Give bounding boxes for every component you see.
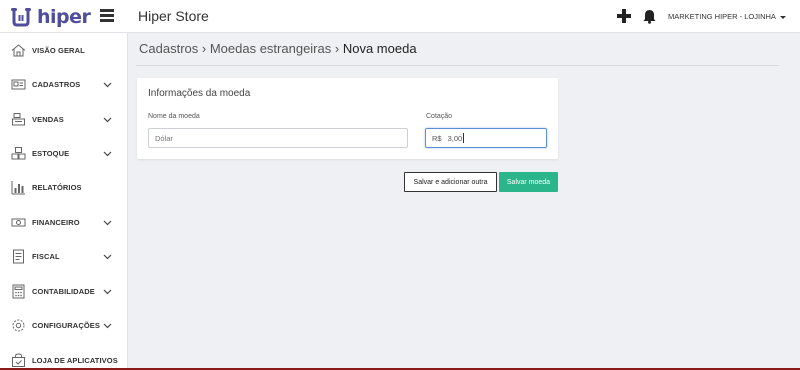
logo-text: hiper xyxy=(37,6,91,28)
sidebar-item-label: VISÃO GERAL xyxy=(32,45,85,55)
sidebar-item-visao-geral[interactable]: VISÃO GERAL xyxy=(0,35,127,65)
divider xyxy=(136,65,779,66)
logo[interactable]: hiper xyxy=(10,6,91,28)
breadcrumb-cadastros[interactable]: Cadastros xyxy=(139,41,198,56)
sidebar-item-label: ESTOQUE xyxy=(32,148,70,158)
calculator-icon xyxy=(12,284,25,298)
sidebar-item-label: RELATÓRIOS xyxy=(32,182,82,192)
hiper-logo-icon xyxy=(11,8,31,27)
chevron-down-icon xyxy=(103,82,112,87)
sidebar-item-contabilidade[interactable]: CONTABILIDADE xyxy=(0,276,127,306)
user-menu[interactable]: MARKETING HIPER - LOJINHA xyxy=(668,12,786,21)
sidebar-item-estoque[interactable]: ESTOQUE xyxy=(0,138,127,168)
id-card-icon xyxy=(11,79,26,89)
sidebar-item-configuracoes[interactable]: CONFIGURAÇÕES xyxy=(0,310,127,340)
currency-info-card: Informações da moeda Nome da moeda Cotaç… xyxy=(137,78,558,159)
sidebar: VISÃO GERAL CADASTROS VENDAS ESTOQUE REL… xyxy=(0,33,128,370)
home-icon xyxy=(11,43,26,56)
currency-name-input[interactable] xyxy=(148,128,408,148)
store-bag-icon xyxy=(12,352,25,367)
sidebar-item-label: FINANCEIRO xyxy=(32,217,80,227)
breadcrumb-moedas-estrangeiras[interactable]: Moedas estrangeiras xyxy=(210,41,331,56)
chevron-down-icon xyxy=(103,117,112,122)
document-icon xyxy=(13,249,24,263)
card-title: Informações da moeda xyxy=(148,88,251,99)
caret-down-icon xyxy=(779,15,786,19)
sidebar-item-fiscal[interactable]: FISCAL xyxy=(0,241,127,271)
sidebar-item-label: CONTABILIDADE xyxy=(32,286,95,296)
exchange-rate-value: 3,00 xyxy=(447,133,463,143)
sidebar-item-cadastros[interactable]: CADASTROS xyxy=(0,69,127,99)
breadcrumb-current: Nova moeda xyxy=(342,41,417,56)
exchange-rate-input[interactable]: R$ 3,00 xyxy=(425,128,547,148)
boxes-icon xyxy=(11,146,26,159)
cash-register-icon xyxy=(12,112,25,125)
bell-icon[interactable] xyxy=(643,9,656,24)
top-bar: hiper Hiper Store MARKETING HIPER - LOJI… xyxy=(0,0,800,33)
banknote-icon xyxy=(11,218,26,226)
chevron-down-icon xyxy=(103,323,112,328)
store-name: Hiper Store xyxy=(138,8,209,24)
text-cursor xyxy=(463,133,465,143)
hamburger-icon[interactable] xyxy=(100,9,114,23)
breadcrumb: Cadastros › Moedas estrangeiras › Nova m… xyxy=(139,41,417,56)
save-and-add-another-button[interactable]: Salvar e adicionar outra xyxy=(404,172,497,192)
sidebar-item-label: CONFIGURAÇÕES xyxy=(32,320,100,330)
sidebar-item-vendas[interactable]: VENDAS xyxy=(0,104,127,134)
sidebar-item-loja-de-aplicativos[interactable]: LOJA DE APLICATIVOS xyxy=(0,345,127,370)
chevron-down-icon xyxy=(103,220,112,225)
save-currency-button[interactable]: Salvar moeda xyxy=(499,172,558,192)
sidebar-item-label: CADASTROS xyxy=(32,79,81,89)
chevron-down-icon xyxy=(103,289,112,294)
user-menu-label: MARKETING HIPER - LOJINHA xyxy=(668,12,776,21)
breadcrumb-separator: › xyxy=(334,41,340,56)
gear-icon xyxy=(12,319,25,331)
currency-name-label: Nome da moeda xyxy=(148,113,200,120)
chevron-down-icon xyxy=(103,254,112,259)
sidebar-item-label: VENDAS xyxy=(32,114,64,124)
sidebar-item-label: FISCAL xyxy=(32,251,60,261)
chevron-down-icon xyxy=(103,151,112,156)
sidebar-item-financeiro[interactable]: FINANCEIRO xyxy=(0,207,127,237)
sidebar-item-relatorios[interactable]: RELATÓRIOS xyxy=(0,172,127,202)
plus-icon[interactable] xyxy=(617,9,631,23)
bar-chart-icon xyxy=(11,180,25,194)
exchange-rate-label: Cotação xyxy=(426,113,453,120)
currency-prefix: R$ xyxy=(432,133,442,143)
breadcrumb-separator: › xyxy=(201,41,207,56)
sidebar-item-label: LOJA DE APLICATIVOS xyxy=(32,355,118,365)
